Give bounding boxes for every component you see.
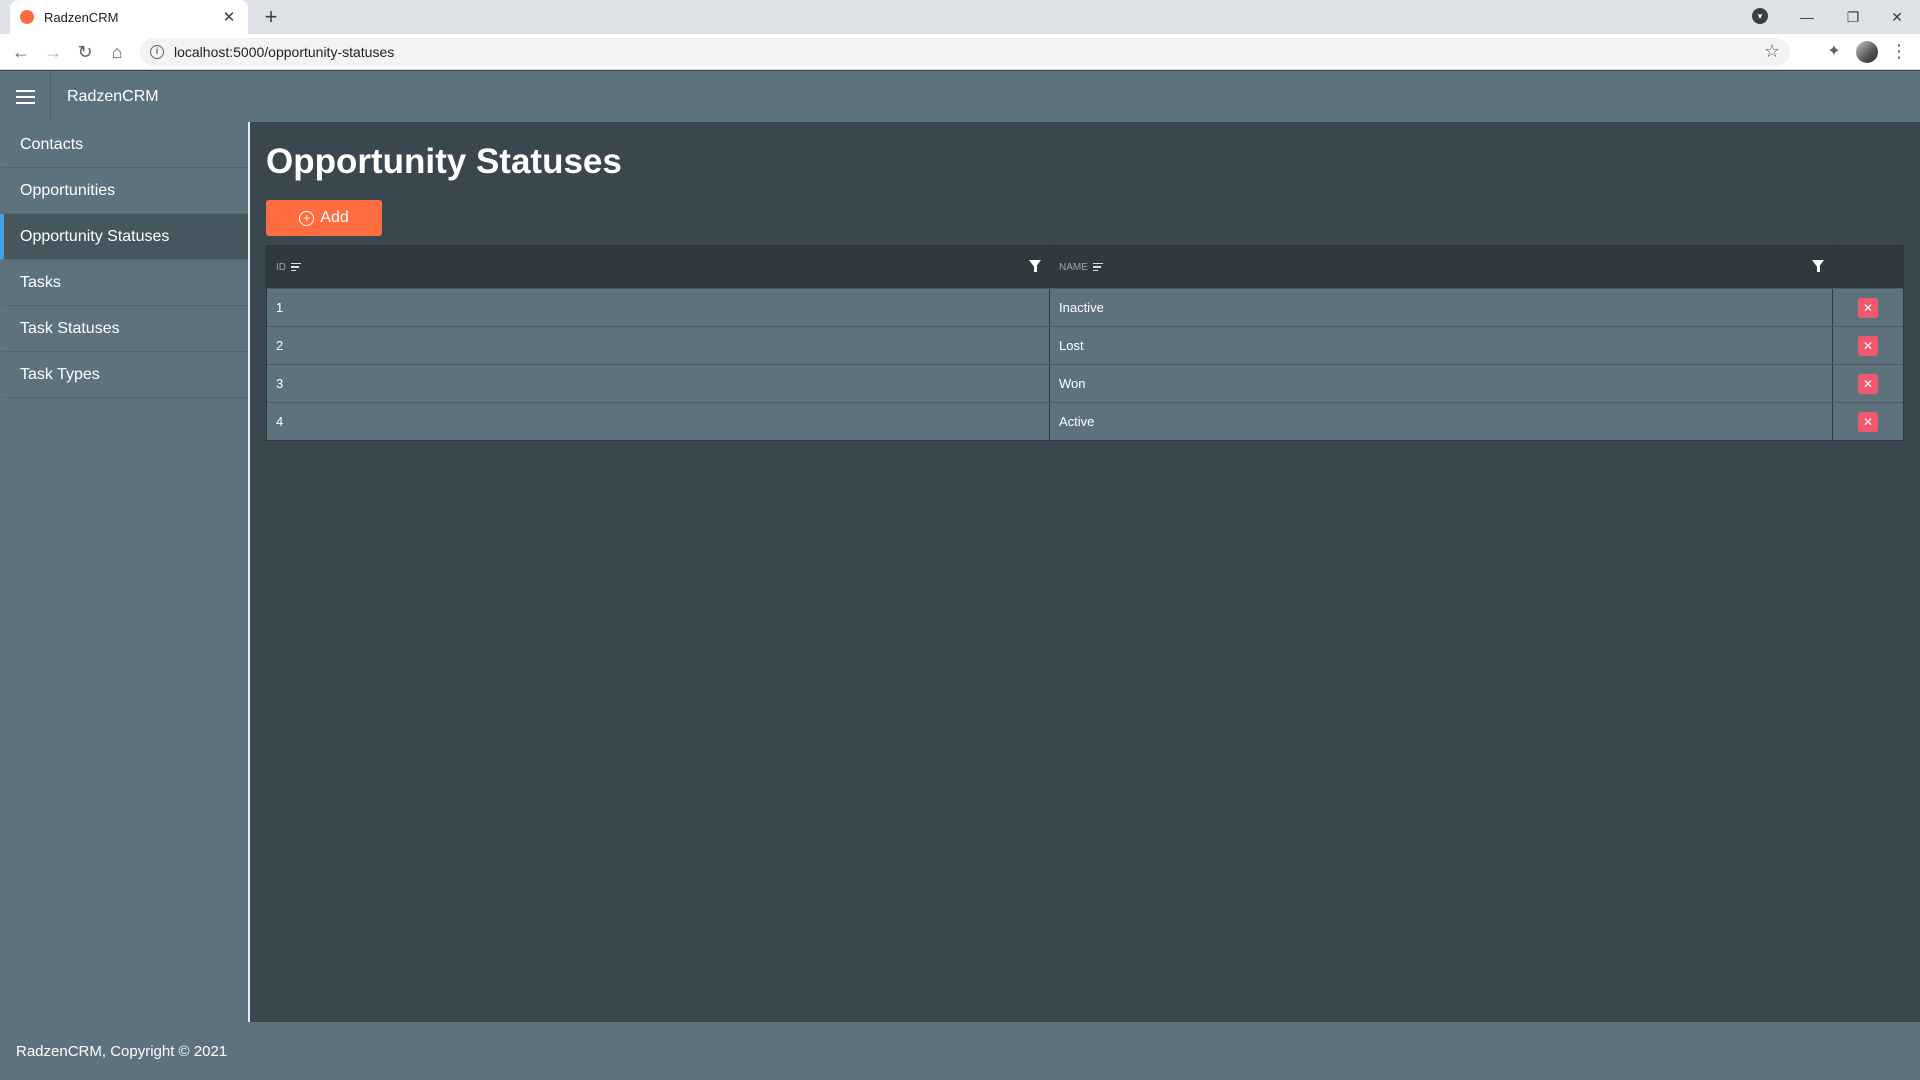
cell-actions: ✕ xyxy=(1833,365,1903,402)
sort-icon[interactable] xyxy=(291,262,301,272)
data-grid: ID Name 1 Inactive ✕ 2 Lost ✕ 3 Won ✕ xyxy=(266,245,1904,441)
sidebar-item-contacts[interactable]: Contacts xyxy=(0,122,248,168)
browser-tab[interactable]: RadzenCRM ✕ xyxy=(10,0,248,34)
page-title: Opportunity Statuses xyxy=(266,142,622,181)
sidebar-item-task-statuses[interactable]: Task Statuses xyxy=(0,306,248,352)
bookmark-star-icon[interactable]: ☆ xyxy=(1764,41,1780,62)
home-icon[interactable]: ⌂ xyxy=(104,39,130,65)
cell-actions: ✕ xyxy=(1833,289,1903,326)
delete-button[interactable]: ✕ xyxy=(1858,335,1878,356)
cell-id: 2 xyxy=(267,327,1050,364)
app-brand: RadzenCRM xyxy=(67,87,159,105)
url-text: localhost:5000/opportunity-statuses xyxy=(174,44,395,60)
add-button[interactable]: + Add xyxy=(266,200,382,236)
cell-name: Lost xyxy=(1050,327,1833,364)
cell-id: 1 xyxy=(267,289,1050,326)
minimize-button[interactable]: — xyxy=(1784,0,1830,34)
back-icon[interactable]: ← xyxy=(8,39,34,65)
add-circle-icon: + xyxy=(299,210,315,226)
sidebar: Contacts Opportunities Opportunity Statu… xyxy=(0,122,250,1022)
sidebar-item-tasks[interactable]: Tasks xyxy=(0,260,248,306)
table-row[interactable]: 1 Inactive ✕ xyxy=(267,288,1903,326)
extensions-puzzle-icon[interactable]: ✦ xyxy=(1825,41,1843,60)
browser-toolbar: ← → ↻ ⌂ i localhost:5000/opportunity-sta… xyxy=(0,34,1920,70)
cell-actions: ✕ xyxy=(1833,403,1903,440)
cell-name: Won xyxy=(1050,365,1833,402)
new-tab-button[interactable]: + xyxy=(258,4,284,30)
column-header-id-label: ID xyxy=(276,261,286,273)
table-row[interactable]: 3 Won ✕ xyxy=(267,364,1903,402)
cell-name: Inactive xyxy=(1050,289,1833,326)
app-header: RadzenCRM xyxy=(0,71,1920,122)
browser-tabstrip: RadzenCRM ✕ + ▾ — ❐ ✕ xyxy=(0,0,1920,34)
delete-button[interactable]: ✕ xyxy=(1858,297,1878,318)
table-row[interactable]: 2 Lost ✕ xyxy=(267,326,1903,364)
cell-name: Active xyxy=(1050,403,1833,440)
radzen-favicon-icon xyxy=(20,10,34,24)
column-header-name[interactable]: Name xyxy=(1050,246,1833,288)
add-button-label: Add xyxy=(320,209,349,226)
reload-icon[interactable]: ↻ xyxy=(72,39,98,65)
site-info-icon[interactable]: i xyxy=(150,45,164,59)
sidebar-item-opportunity-statuses[interactable]: Opportunity Statuses xyxy=(0,214,248,260)
filter-icon[interactable] xyxy=(1029,260,1041,272)
column-header-actions xyxy=(1833,246,1903,288)
filter-icon[interactable] xyxy=(1812,260,1824,272)
cell-actions: ✕ xyxy=(1833,327,1903,364)
delete-button[interactable]: ✕ xyxy=(1858,411,1878,432)
main-content: Opportunity Statuses + Add ID Name 1 Ina… xyxy=(252,122,1920,1022)
browser-menu-icon[interactable]: ⋮ xyxy=(1890,40,1908,62)
cell-id: 4 xyxy=(267,403,1050,440)
sidebar-item-task-types[interactable]: Task Types xyxy=(0,352,248,398)
forward-icon[interactable]: → xyxy=(40,39,66,65)
cell-id: 3 xyxy=(267,365,1050,402)
column-header-id[interactable]: ID xyxy=(267,246,1050,288)
address-bar[interactable]: i localhost:5000/opportunity-statuses ☆ xyxy=(140,38,1790,66)
table-row[interactable]: 4 Active ✕ xyxy=(267,402,1903,440)
tab-title: RadzenCRM xyxy=(44,9,119,25)
footer: RadzenCRM, Copyright © 2021 xyxy=(0,1022,1920,1080)
sort-icon[interactable] xyxy=(1092,262,1103,272)
close-window-button[interactable]: ✕ xyxy=(1874,0,1920,34)
hamburger-menu-icon[interactable] xyxy=(0,71,51,122)
grid-header-row: ID Name xyxy=(267,246,1903,288)
restore-button[interactable]: ❐ xyxy=(1830,0,1876,34)
column-header-name-label: Name xyxy=(1059,261,1088,273)
close-tab-icon[interactable]: ✕ xyxy=(220,8,238,26)
delete-button[interactable]: ✕ xyxy=(1858,373,1878,394)
tab-search-icon[interactable]: ▾ xyxy=(1752,8,1768,24)
sidebar-item-opportunities[interactable]: Opportunities xyxy=(0,168,248,214)
profile-avatar[interactable] xyxy=(1856,41,1878,63)
